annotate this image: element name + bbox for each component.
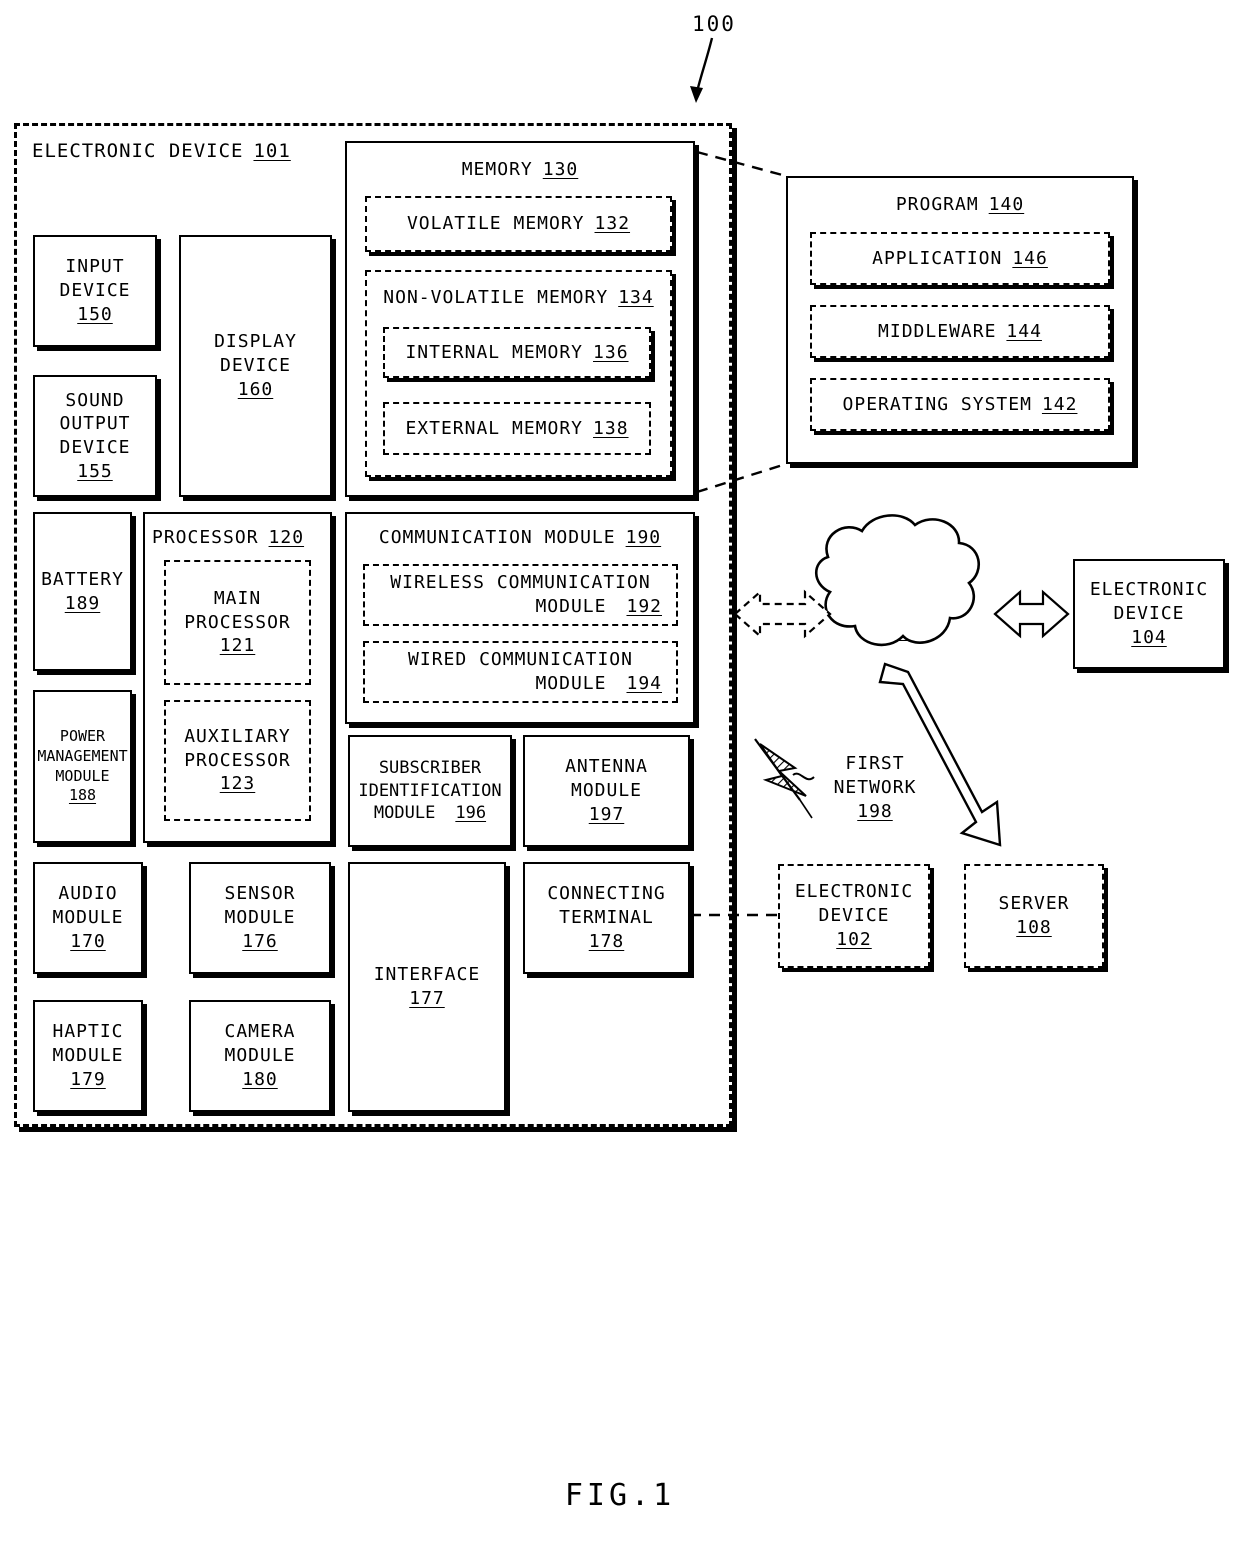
wireless-communication-module-block: WIRELESS COMMUNICATION MODULE 192 [363,564,678,626]
interface-block: INTERFACE 177 [348,862,506,1112]
processor-title: PROCESSOR 120 [152,527,305,548]
server-108-block: SERVER 108 [964,864,1104,968]
battery-block: BATTERY 189 [33,512,132,671]
auxiliary-processor-block: AUXILIARY PROCESSOR 123 [164,700,311,821]
main-processor-block: MAIN PROCESSOR 121 [164,560,311,685]
middleware-block: MIDDLEWARE 144 [810,305,1110,358]
second-network-label: SECOND NETWORK 199 [863,573,946,642]
haptic-module-block: HAPTIC MODULE 179 [33,1000,143,1112]
display-device-block: DISPLAY DEVICE 160 [179,235,332,497]
program-title: PROGRAM 140 [895,194,1025,215]
first-network-label: FIRST NETWORK 198 [833,753,917,822]
electronic-device-title-text: ELECTRONIC DEVICE [32,140,244,162]
figure-reference-numeral: 100 [692,12,736,36]
communication-to-second-network-arrow [733,589,832,639]
sound-output-device-block: SOUND OUTPUT DEVICE 155 [33,375,157,497]
figure-leader-line [694,37,714,97]
camera-module-block: CAMERA MODULE 180 [189,1000,331,1112]
electronic-device-title: ELECTRONIC DEVICE 101 [32,139,372,164]
input-device-block: INPUT DEVICE 150 [33,235,157,347]
antenna-module-block: ANTENNA MODULE 197 [523,735,690,847]
patent-figure-sheet: 100 ELECTRONIC DEVICE 101 INPUT DEVICE 15… [0,0,1240,1545]
subscriber-identification-module-block: SUBSCRIBER IDENTIFICATION MODULE 196 [348,735,512,847]
internal-memory-block: INTERNAL MEMORY 136 [383,327,651,378]
volatile-memory-block: VOLATILE MEMORY 132 [365,196,672,252]
electronic-device-ref: 101 [253,140,291,162]
external-memory-block: EXTERNAL MEMORY 138 [383,402,651,455]
application-block: APPLICATION 146 [810,232,1110,285]
connecting-terminal-block: CONNECTING TERMINAL 178 [523,862,690,974]
second-network-to-device-104-arrow [993,589,1070,639]
communication-module-title: COMMUNICATION MODULE 190 [378,527,662,548]
sensor-module-block: SENSOR MODULE 176 [189,862,331,974]
figure-caption: FIG.1 [564,1478,676,1513]
figure-leader-arrowhead [690,86,703,103]
wired-communication-module-block: WIRED COMMUNICATION MODULE 194 [363,641,678,703]
power-management-module-block: POWER MANAGEMENT MODULE 188 [33,690,132,843]
electronic-device-102-block: ELECTRONIC DEVICE 102 [778,864,930,968]
audio-module-block: AUDIO MODULE 170 [33,862,143,974]
electronic-device-104-block: ELECTRONIC DEVICE 104 [1073,559,1225,669]
operating-system-block: OPERATING SYSTEM 142 [810,378,1110,431]
memory-title: MEMORY 130 [461,159,579,180]
first-network-lightning-icon [759,743,807,797]
lightning-stroke-upper [754,738,801,801]
non-volatile-memory-title: NON-VOLATILE MEMORY 134 [383,287,654,308]
